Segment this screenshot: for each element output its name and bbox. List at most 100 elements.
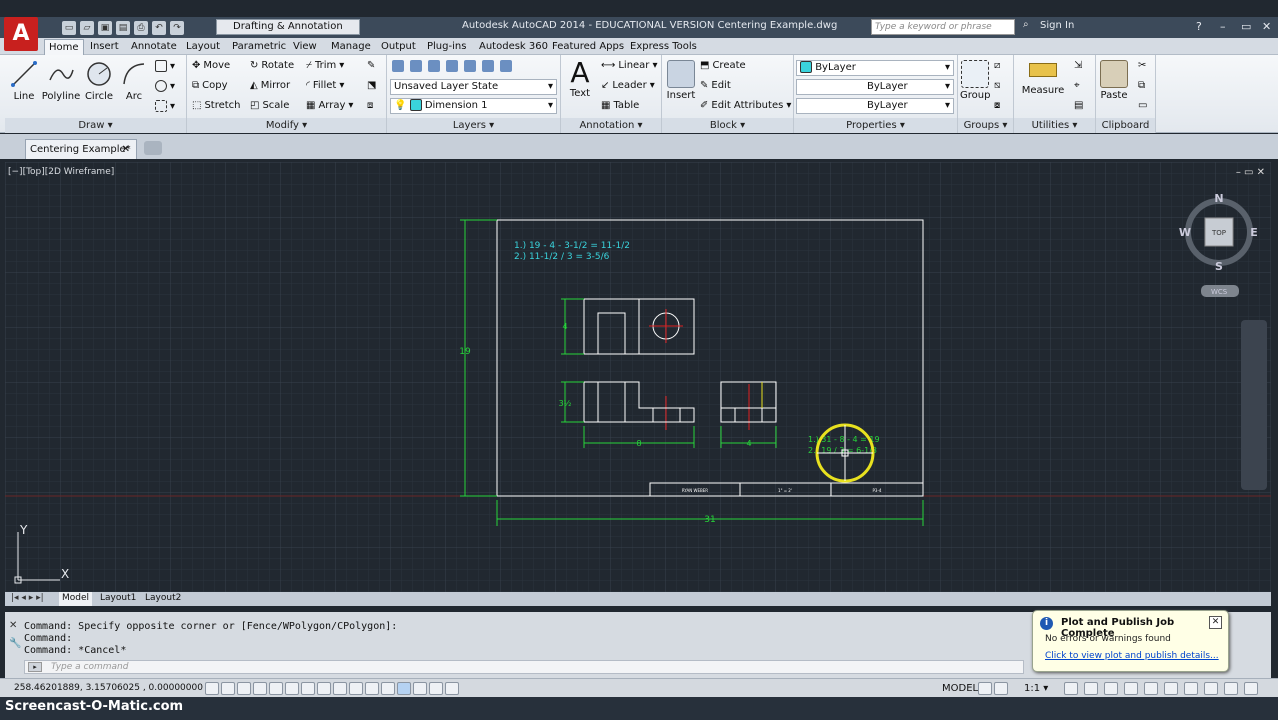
stretch-button[interactable]: ⬚ Stretch <box>192 100 241 111</box>
notification-close-icon[interactable]: ✕ <box>1209 616 1222 629</box>
search-icon[interactable]: ⌕ <box>1023 19 1029 30</box>
drawing-svg[interactable]: RYAN WEBER 1" = 2' P3-4 1.) 19 - 4 - 3-1… <box>5 162 1271 592</box>
id-point-icon[interactable]: ⌖ <box>1074 80 1080 91</box>
clipboard-panel-title[interactable]: Clipboard <box>1096 118 1155 133</box>
mirror-button[interactable]: ◭ Mirror <box>250 80 290 91</box>
annotation-visibility[interactable] <box>1064 682 1078 695</box>
annotation-panel-title[interactable]: Annotation ▾ <box>561 118 661 133</box>
plot-status-icon[interactable] <box>1184 682 1198 695</box>
linetype-dropdown[interactable]: ByLayer ▾ <box>796 79 954 95</box>
tab-featured-apps[interactable]: Featured Apps <box>552 39 624 55</box>
hardware-acceleration-icon[interactable] <box>1144 682 1158 695</box>
clean-screen-icon[interactable] <box>1244 682 1258 695</box>
gradient-icon[interactable]: ▾ <box>155 100 175 112</box>
drawing-canvas[interactable]: RYAN WEBER 1" = 2' P3-4 1.) 19 - 4 - 3-1… <box>5 162 1271 592</box>
polar-tracking-toggle[interactable] <box>269 682 283 695</box>
wcs-menu[interactable]: WCS <box>1211 288 1228 296</box>
new-tab-icon[interactable] <box>144 141 162 155</box>
array-button[interactable]: ▦ Array ▾ <box>306 100 353 111</box>
viewcube-east[interactable]: E <box>1250 226 1258 239</box>
tab-view[interactable]: View <box>293 39 317 55</box>
transparency-toggle[interactable] <box>381 682 395 695</box>
object-snap-toggle[interactable] <box>285 682 299 695</box>
customize-icon[interactable]: 🔧 <box>9 638 21 649</box>
selection-cycling-toggle[interactable] <box>413 682 427 695</box>
copy-clip-icon[interactable]: ⧉ <box>1138 80 1145 91</box>
lineweight-toggle[interactable] <box>365 682 379 695</box>
workspace-switching-icon[interactable] <box>1104 682 1118 695</box>
fillet-button[interactable]: ◜ Fillet ▾ <box>306 80 344 91</box>
plot-icon[interactable]: ⎙ <box>134 21 148 35</box>
offset-icon[interactable]: ⧈ <box>367 100 373 111</box>
group-button[interactable]: Group <box>960 60 990 101</box>
3d-osnap-toggle[interactable] <box>301 682 315 695</box>
viewcube-north[interactable]: N <box>1214 192 1223 205</box>
close-icon[interactable]: ✕ <box>1262 20 1271 33</box>
linear-button[interactable]: ⟷ Linear ▾ <box>601 60 657 71</box>
customization-icon[interactable] <box>1224 682 1238 695</box>
properties-panel-title[interactable]: Properties ▾ <box>794 118 957 133</box>
tab-manage[interactable]: Manage <box>331 39 371 55</box>
group-select-icon[interactable]: ⧇ <box>994 100 1000 111</box>
cut-icon[interactable]: ✂ <box>1138 60 1146 71</box>
communication-center-icon[interactable] <box>1204 682 1218 695</box>
utilities-panel-title[interactable]: Utilities ▾ <box>1014 118 1095 133</box>
layers-panel-title[interactable]: Layers ▾ <box>387 118 560 133</box>
annotation-scale[interactable]: 1:1 ▾ <box>1024 683 1048 694</box>
viewport-label[interactable]: [−][Top][2D Wireframe] <box>8 167 114 177</box>
polyline-button[interactable]: Polyline <box>39 60 83 102</box>
otrack-toggle[interactable] <box>317 682 331 695</box>
search-input[interactable]: Type a keyword or phrase <box>871 19 1015 35</box>
color-dropdown[interactable]: ByLayer ▾ <box>796 60 954 76</box>
table-button[interactable]: ▦ Table <box>601 100 639 111</box>
edit-attributes-button[interactable]: ✐ Edit Attributes ▾ <box>700 100 791 111</box>
tab-layout2[interactable]: Layout2 <box>142 592 184 606</box>
rectangle-icon[interactable]: ▾ <box>155 60 175 72</box>
layer-tools[interactable] <box>392 60 512 72</box>
viewcube-west[interactable]: W <box>1179 226 1191 239</box>
hatch-icon[interactable]: ▾ <box>155 80 175 92</box>
viewport-controls[interactable]: – ▭ ✕ <box>1236 167 1265 178</box>
circle-button[interactable]: Circle <box>83 60 115 102</box>
calculator-icon[interactable]: ▤ <box>1074 100 1083 111</box>
create-block-button[interactable]: ⬒ Create <box>700 60 746 71</box>
line-button[interactable]: Line <box>9 60 39 102</box>
coordinates-readout[interactable]: 258.46201889, 3.15706025 , 0.00000000 <box>14 683 203 693</box>
new-icon[interactable]: ▭ <box>62 21 76 35</box>
isolate-objects-icon[interactable] <box>1164 682 1178 695</box>
quick-properties-toggle[interactable] <box>397 682 411 695</box>
layer-dropdown[interactable]: 💡 Dimension 1 ▾ <box>390 98 557 114</box>
ortho-mode-toggle[interactable] <box>253 682 267 695</box>
lineweight-dropdown[interactable]: ByLayer ▾ <box>796 98 954 114</box>
quick-view-drawings[interactable] <box>994 682 1008 695</box>
lock-ui-icon[interactable] <box>1124 682 1138 695</box>
minimize-icon[interactable]: – <box>1220 20 1226 33</box>
text-button[interactable]: A Text <box>565 58 595 100</box>
saveas-icon[interactable]: ▤ <box>116 21 130 35</box>
tab-plugins[interactable]: Plug-ins <box>427 39 466 55</box>
tab-express-tools[interactable]: Express Tools <box>630 39 697 55</box>
dyn-input-toggle[interactable] <box>349 682 363 695</box>
tab-model[interactable]: Model <box>59 592 93 606</box>
paste-button[interactable]: Paste <box>1098 60 1130 101</box>
redo-icon[interactable]: ↷ <box>170 21 184 35</box>
rotate-button[interactable]: ↻ Rotate <box>250 60 294 71</box>
annotation-monitor-toggle[interactable] <box>429 682 443 695</box>
viewcube-south[interactable]: S <box>1215 260 1223 273</box>
autocad-logo[interactable]: A <box>4 17 38 51</box>
modify-panel-title[interactable]: Modify ▾ <box>187 118 386 133</box>
help-icon[interactable]: ? <box>1196 20 1202 33</box>
notification-link[interactable]: Click to view plot and publish details..… <box>1045 651 1219 661</box>
move-button[interactable]: ✥ Move <box>192 60 230 71</box>
tab-insert[interactable]: Insert <box>90 39 119 55</box>
tab-output[interactable]: Output <box>381 39 416 55</box>
copy-button[interactable]: ⧉ Copy <box>192 80 228 91</box>
open-icon[interactable]: ▱ <box>80 21 94 35</box>
edit-block-button[interactable]: ✎ Edit <box>700 80 731 91</box>
close-command-icon[interactable]: ✕ <box>9 620 17 631</box>
snap-mode-toggle[interactable] <box>221 682 235 695</box>
tab-layout1[interactable]: Layout1 <box>97 592 139 606</box>
workspace-dropdown[interactable]: Drafting & Annotation <box>216 19 360 35</box>
tab-layout[interactable]: Layout <box>186 39 220 55</box>
tab-annotate[interactable]: Annotate <box>131 39 177 55</box>
